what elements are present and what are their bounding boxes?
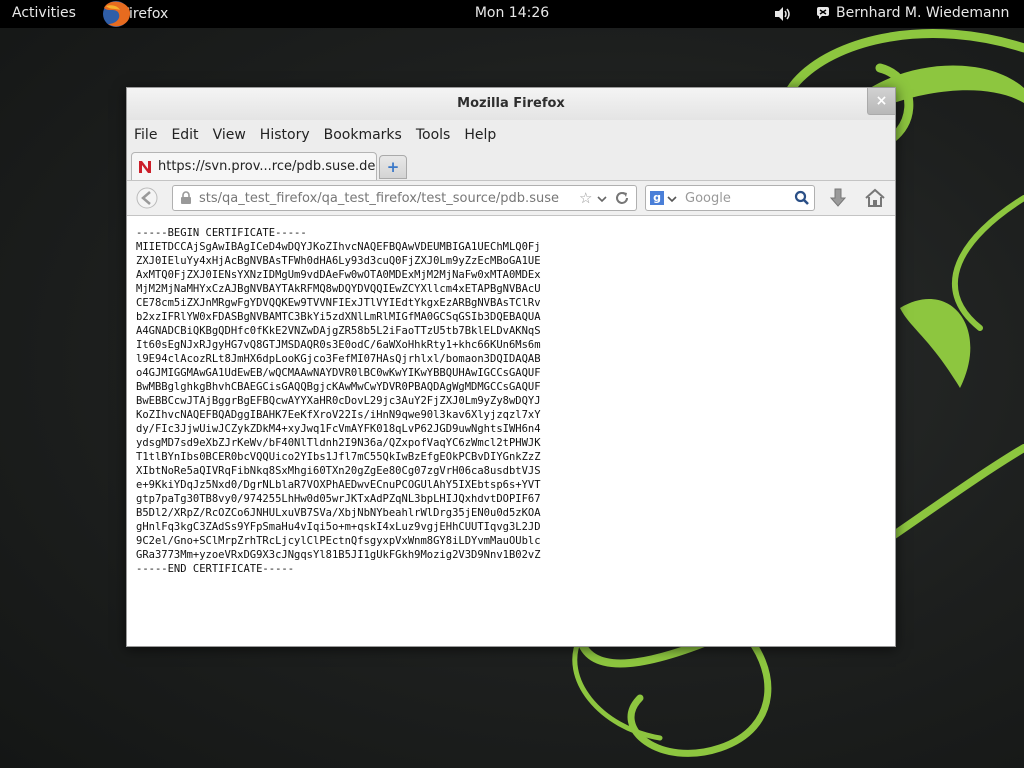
menu-history[interactable]: History xyxy=(260,127,310,143)
certificate-line: -----BEGIN CERTIFICATE----- xyxy=(136,227,307,239)
chat-status-icon xyxy=(816,6,830,20)
top-bar: Activities Firefox Mon 14:26 Bernhard M.… xyxy=(0,0,1024,28)
lock-icon xyxy=(179,191,193,205)
engine-dropdown-icon[interactable] xyxy=(667,193,677,203)
firefox-logo-icon xyxy=(98,0,134,28)
menu-bar: File Edit View History Bookmarks Tools H… xyxy=(127,120,895,150)
certificate-line: -----END CERTIFICATE----- xyxy=(136,563,295,575)
certificate-line: BwMBBglghkgBhvhCBAEGCisGAQQBgjcKAwMwCwYD… xyxy=(136,381,541,393)
tab-title: https://svn.prov...rce/pdb.suse.de xyxy=(158,159,376,174)
menu-bookmarks[interactable]: Bookmarks xyxy=(324,127,402,143)
back-arrow-icon[interactable] xyxy=(134,186,160,210)
url-text: sts/qa_test_firefox/qa_test_firefox/test… xyxy=(199,190,559,206)
certificate-line: MIIETDCCAjSgAwIBAgICeD4wDQYJKoZIhvcNAQEF… xyxy=(136,241,541,253)
menu-edit[interactable]: Edit xyxy=(171,127,198,143)
certificate-line: B5Dl2/XRpZ/RcOZCo6JNHULxuVB7SVa/XbjNbNYb… xyxy=(136,507,541,519)
tab-strip: https://svn.prov...rce/pdb.suse.de + xyxy=(127,150,895,180)
search-placeholder: Google xyxy=(685,190,731,206)
certificate-line: T1tlBYnIbs0BCER0bcVQQUico2YIbs1Jfl7mC55Q… xyxy=(136,451,541,463)
certificate-line: ydsgMD7sd9eXbZJrKeWv/bF40NlTldnh2I9N36a/… xyxy=(136,437,541,449)
url-bar[interactable]: sts/qa_test_firefox/qa_test_firefox/test… xyxy=(172,185,637,211)
reload-icon[interactable] xyxy=(614,190,630,206)
certificate-line: CE78cm5iZXJnMRgwFgYDVQQKEw9TVVNFIExJTlVY… xyxy=(136,297,541,309)
certificate-line: l9E94clAcozRLt8JmHX6dpLooKGjco3FefMI07HA… xyxy=(136,353,541,365)
home-icon[interactable] xyxy=(863,186,887,210)
search-icon[interactable] xyxy=(794,190,810,206)
certificate-line: gHnlFq3kgC3ZAdSs9YFpSmaHu4vIqi5o+m+qskI4… xyxy=(136,521,541,533)
certificate-line: It60sEgNJxRJgyHG7vQ8GTJMSDAQR0s3E0odC/6a… xyxy=(136,339,541,351)
certificate-line: MjM2MjNaMHYxCzAJBgNVBAYTAkRFMQ8wDQYDVQQI… xyxy=(136,283,541,295)
volume-icon[interactable] xyxy=(774,6,792,22)
certificate-line: o4GJMIGGMAwGA1UdEwEB/wQCMAAwNAYDVR0lBC0w… xyxy=(136,367,541,379)
certificate-line: dy/FIc3JjwUiwJCZykZDkM4+xyJwq1FcVmAYFK01… xyxy=(136,423,541,435)
certificate-line: BwEBBCcwJTAjBggrBgEFBQcwAYYXaHR0cDovL29j… xyxy=(136,395,541,407)
certificate-line: A4GNADCBiQKBgQDHfc0fKkE2VNZwDAjgZR58b5L2… xyxy=(136,325,541,337)
user-menu[interactable]: Bernhard M. Wiedemann xyxy=(816,5,1009,21)
close-button[interactable]: × xyxy=(867,88,895,115)
certificate-line: XIbtNoRe5aQIVRqFibNkq8SxMhgi60TXn20gZgEe… xyxy=(136,465,541,477)
certificate-line: b2xzIFRlYW0xFDASBgNVBAMTC3BkYi5zdXNlLmRl… xyxy=(136,311,541,323)
firefox-window: Mozilla Firefox × File Edit View History… xyxy=(126,87,896,647)
download-icon[interactable] xyxy=(827,187,849,209)
url-dropdown-icon[interactable] xyxy=(596,193,608,203)
menu-file[interactable]: File xyxy=(134,127,157,143)
new-tab-button[interactable]: + xyxy=(379,155,407,179)
tab-active[interactable]: https://svn.prov...rce/pdb.suse.de xyxy=(131,152,377,180)
certificate-line: e+9KkiYDqJz5Nxd0/DgrNLblaR7VOXPhAEDwvECn… xyxy=(136,479,541,491)
menu-view[interactable]: View xyxy=(213,127,246,143)
navigation-toolbar: sts/qa_test_firefox/qa_test_firefox/test… xyxy=(127,180,895,216)
certificate-line: KoZIhvcNAQEFBQADggIBAHK7EeKfXroV22Is/iHn… xyxy=(136,409,541,421)
site-favicon-icon xyxy=(138,160,152,174)
google-engine-icon[interactable]: g xyxy=(650,191,664,205)
certificate-line: GRa3773Mm+yzoeVRxDG9X3cJNgqsYl81B5JI1gUk… xyxy=(136,549,541,561)
certificate-line: AxMTQ0FjZXJ0IENsYXNzIDMgUm9vdDAeFw0wOTA0… xyxy=(136,269,541,281)
window-title: Mozilla Firefox xyxy=(457,96,565,111)
certificate-line: 9C2el/Gno+SClMrpZrhTRcLjcylClPEctnQfsgyx… xyxy=(136,535,541,547)
certificate-line: gtp7paTg30TB8vy0/974255LhHw0d05wrJKTxAdP… xyxy=(136,493,541,505)
search-bar[interactable]: g Google xyxy=(645,185,815,211)
bookmark-star-icon[interactable]: ☆ xyxy=(579,189,592,207)
certificate-text: -----BEGIN CERTIFICATE----- MIIETDCCAjSgA… xyxy=(136,226,895,576)
certificate-line: ZXJ0IEluYy4xHjAcBgNVBAsTFWh0dHA6Ly93d3cu… xyxy=(136,255,541,267)
page-content: -----BEGIN CERTIFICATE----- MIIETDCCAjSgA… xyxy=(127,216,895,646)
activities-button[interactable]: Activities xyxy=(12,5,76,21)
user-name: Bernhard M. Wiedemann xyxy=(836,5,1010,21)
menu-help[interactable]: Help xyxy=(464,127,496,143)
window-titlebar[interactable]: Mozilla Firefox × xyxy=(127,88,895,120)
clock-label[interactable]: Mon 14:26 xyxy=(475,5,549,21)
app-menu[interactable]: Firefox xyxy=(98,0,168,28)
menu-tools[interactable]: Tools xyxy=(416,127,451,143)
